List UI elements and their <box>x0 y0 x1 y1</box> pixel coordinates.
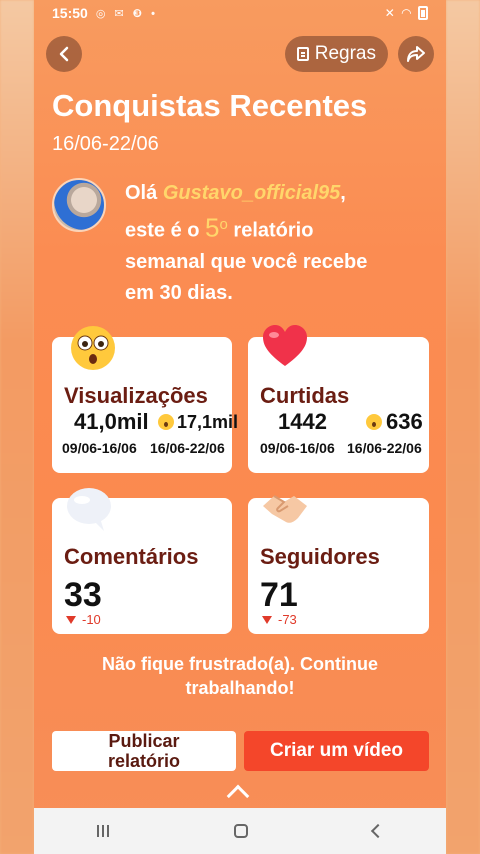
status-time: 15:50 <box>52 5 88 21</box>
handshake-icon <box>263 495 307 523</box>
greeting-comma: , <box>340 182 346 204</box>
status-bar: 15:50 ◎ ✉ ❸ • ✕ ◠ <box>34 0 446 26</box>
likes-prev-range: 09/06-16/06 <box>260 440 335 456</box>
create-video-label: Criar um vídeo <box>269 740 404 761</box>
rules-label: Regras <box>314 43 376 64</box>
down-arrow-icon <box>66 615 76 624</box>
page-title: Conquistas Recentes <box>52 88 368 123</box>
greeting-line2-post: relatório <box>233 219 314 242</box>
report-date-range: 16/06-22/06 <box>52 133 159 155</box>
chevron-up-icon[interactable] <box>226 784 250 808</box>
likes-label: Curtidas <box>260 383 350 408</box>
views-label: Visualizações <box>64 383 208 408</box>
comments-delta: -10 <box>66 612 101 627</box>
publish-label-line1: Publicar <box>108 731 180 751</box>
likes-curr-range: 16/06-22/06 <box>347 440 422 456</box>
system-back-button[interactable] <box>371 823 386 839</box>
document-icon <box>296 47 309 61</box>
views-prev-range: 09/06-16/06 <box>62 440 137 456</box>
blurred-left-band <box>0 0 34 854</box>
report-number: 5 <box>205 212 220 243</box>
views-curr-value: 17,1mil <box>177 412 239 432</box>
wifi-icon: ◠ <box>401 6 411 20</box>
comments-label: Comentários <box>64 544 199 569</box>
followers-card: Seguidores 71 -73 <box>248 495 429 634</box>
followers-delta: -73 <box>262 612 297 627</box>
system-icons: ✕ ◠ <box>385 6 428 20</box>
greeting-line2-pre: este é o <box>125 219 200 242</box>
home-button[interactable] <box>233 824 248 838</box>
greeting-line4: em 30 dias. <box>125 281 233 304</box>
blurred-right-band <box>446 0 480 854</box>
publish-label-line2: relatório <box>107 751 181 771</box>
views-curr-range: 16/06-22/06 <box>150 440 225 456</box>
likes-curr-value: 636 <box>386 409 423 434</box>
recent-apps-button[interactable] <box>96 825 109 837</box>
message-line1: Não fique frustrado(a). Continue <box>102 654 378 674</box>
likes-card: Curtidas 1442 636 09/06-16/06 16/06-22/0… <box>248 325 429 473</box>
small-face-icon <box>366 414 382 430</box>
comments-delta-value: -10 <box>82 612 101 627</box>
top-bar: Regras <box>46 36 434 74</box>
system-nav-bar <box>34 808 446 854</box>
avatar[interactable] <box>52 178 106 232</box>
notification-icons: ◎ ✉ ❸ • <box>95 7 158 20</box>
report-ordinal: o <box>219 216 228 233</box>
share-button[interactable] <box>398 36 434 72</box>
followers-delta-value: -73 <box>278 612 297 627</box>
surprised-face-icon <box>71 326 115 370</box>
followers-value: 71 <box>260 576 298 614</box>
battery-icon <box>418 6 428 20</box>
chevron-left-icon <box>59 46 69 62</box>
rules-button[interactable]: Regras <box>284 36 388 72</box>
comments-card: Comentários 33 -10 <box>52 488 232 634</box>
greeting-hello: Olá <box>125 182 158 204</box>
create-video-button[interactable]: Criar um vídeo <box>244 731 429 771</box>
message-line2: trabalhando! <box>185 678 295 698</box>
followers-label: Seguidores <box>260 544 380 569</box>
likes-prev-value: 1442 <box>278 409 327 434</box>
publish-report-button[interactable]: Publicar relatório <box>52 731 236 771</box>
mute-icon: ✕ <box>384 6 395 20</box>
down-arrow-icon <box>262 615 272 624</box>
speech-bubble-icon <box>67 488 111 531</box>
encouragement-message: Não fique frustrado(a). Continue trabalh… <box>34 652 446 700</box>
greeting-text: Olá Gustavo_official95, este é o 5o rela… <box>125 178 425 309</box>
small-face-icon <box>158 414 174 430</box>
username: Gustavo_official95 <box>162 182 341 204</box>
share-icon <box>407 46 425 62</box>
views-card: Visualizações 41,0mil 17,1mil 09/06-16/0… <box>52 326 238 473</box>
app-screen: 15:50 ◎ ✉ ❸ • ✕ ◠ Regras Conquistas Rece… <box>34 0 446 854</box>
comments-value: 33 <box>64 576 102 614</box>
heart-icon <box>263 325 307 366</box>
back-button[interactable] <box>46 36 82 72</box>
views-prev-value: 41,0mil <box>74 409 149 434</box>
greeting-line3: semanal que você recebe <box>125 250 368 273</box>
